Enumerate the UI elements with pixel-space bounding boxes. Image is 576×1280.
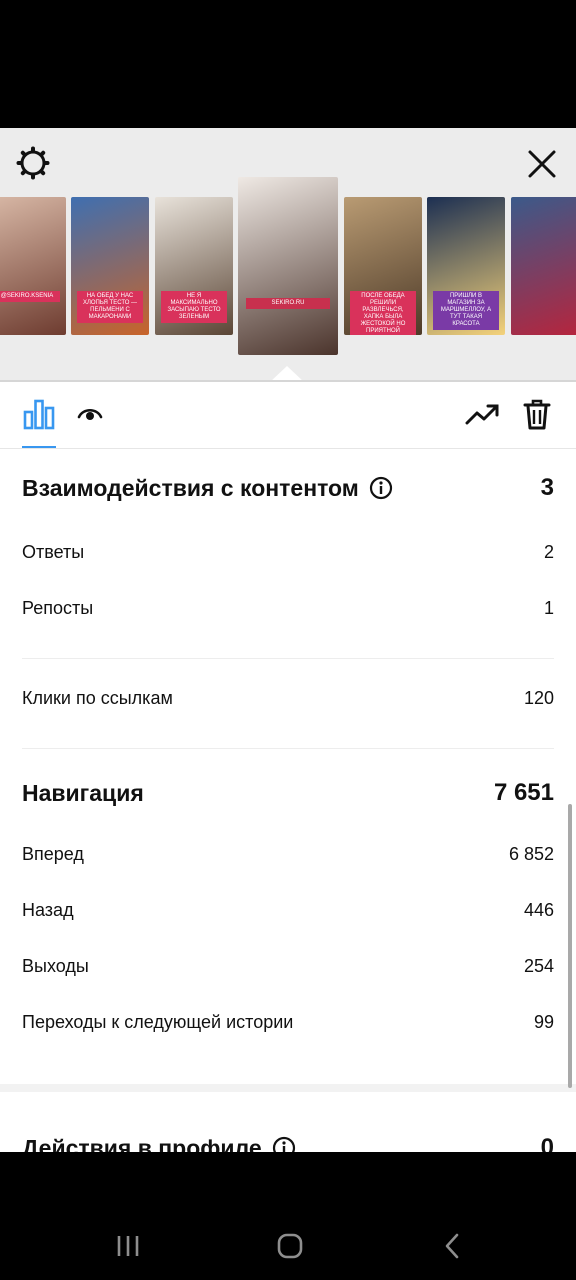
story-thumbnail[interactable]: ПОСЛЕ ОБЕДА РЕШИЛИ РАЗВЛЕЧЬСЯ, ХАПКА БЫЛ… (344, 197, 422, 335)
profile-actions-title: Действия в профиле (22, 1134, 262, 1153)
story-thumbnail[interactable]: ПРИШЛИ В МАГАЗИН ЗА МАРШМЕЛЛОУ, А ТУТ ТА… (427, 197, 505, 335)
story-caption: SEKIRO.RU (246, 298, 330, 310)
stat-label: Вперед (22, 843, 84, 864)
status-bar-area (0, 0, 576, 128)
stat-label: Переходы к следующей истории (22, 1011, 294, 1032)
story-thumbnail[interactable] (511, 197, 576, 335)
system-navigation-bar (0, 1152, 576, 1280)
navigation-header: Навигация 7 651 (22, 776, 554, 810)
stat-label: Ответы (22, 541, 85, 562)
active-tab-indicator (22, 446, 56, 448)
stat-row-forward: Вперед 6 852 (22, 840, 554, 868)
insights-tabs (0, 382, 576, 449)
story-caption: НЕ Я МАКСИМАЛЬНО ЗАСЫПАЮ ТЕСТО ЗЕЛЕНЫМ (161, 290, 227, 323)
stat-row-next-story: Переходы к следующей истории 99 (22, 1008, 554, 1036)
stat-value: 254 (523, 955, 554, 976)
settings-gear-icon[interactable] (14, 144, 52, 182)
stat-label: Назад (22, 899, 74, 920)
insights-bar-chart-icon[interactable] (22, 396, 56, 432)
stat-value: 120 (523, 687, 554, 708)
profile-actions-total: 0 (540, 1134, 554, 1152)
viewers-eye-icon[interactable] (76, 400, 104, 428)
stat-row-exits: Выходы 254 (22, 952, 554, 980)
stat-label: Клики по ссылкам (22, 687, 173, 708)
info-icon[interactable] (272, 1136, 296, 1152)
stat-value: 2 (543, 541, 554, 562)
story-caption: ПРИШЛИ В МАГАЗИН ЗА МАРШМЕЛЛОУ, А ТУТ ТА… (433, 290, 499, 330)
content-interactions-total: 3 (540, 474, 554, 501)
navigation-total: 7 651 (493, 779, 554, 806)
section-divider (22, 748, 554, 749)
story-caption: @SEKIRO.KSENIA (0, 290, 60, 302)
scrollbar[interactable] (568, 804, 572, 1088)
back-icon[interactable] (432, 1224, 472, 1268)
stat-row-shares: Репосты 1 (22, 594, 554, 622)
trash-icon[interactable] (520, 396, 554, 432)
recent-apps-icon[interactable] (110, 1226, 146, 1266)
story-thumbnail[interactable]: @SEKIRO.KSENIA (0, 197, 66, 335)
story-thumbnail[interactable]: НЕ Я МАКСИМАЛЬНО ЗАСЫПАЮ ТЕСТО ЗЕЛЕНЫМ (155, 197, 233, 335)
stat-value: 446 (523, 899, 554, 920)
section-divider (22, 658, 554, 659)
navigation-title: Навигация (22, 779, 144, 806)
stat-value: 6 852 (508, 843, 554, 864)
info-icon[interactable] (369, 476, 393, 500)
stat-value: 1 (543, 597, 554, 618)
stat-row-back: Назад 446 (22, 896, 554, 924)
story-thumbnail[interactable]: НА ОБЕД У НАС ХЛОПЬЯ ТЕСТО — ПЕЛЬМЕНИ С … (71, 197, 149, 335)
stat-row-replies: Ответы 2 (22, 538, 554, 566)
close-icon[interactable] (522, 144, 562, 184)
home-icon[interactable] (270, 1224, 310, 1268)
story-thumbnail-selected[interactable]: SEKIRO.RU (238, 177, 338, 355)
section-gap (0, 1084, 576, 1092)
trending-promote-icon[interactable] (464, 398, 500, 430)
stat-label: Репосты (22, 597, 94, 618)
stat-value: 99 (533, 1011, 554, 1032)
profile-actions-header: Действия в профиле 0 (22, 1130, 554, 1152)
story-insights-sheet: @SEKIRO.KSENIA НА ОБЕД У НАС ХЛОПЬЯ ТЕСТО… (0, 128, 576, 1152)
story-caption: ПОСЛЕ ОБЕДА РЕШИЛИ РАЗВЛЕЧЬСЯ, ХАПКА БЫЛ… (350, 290, 416, 335)
stat-label: Выходы (22, 955, 89, 976)
stat-row-link-clicks: Клики по ссылкам 120 (22, 684, 554, 712)
stories-carousel: @SEKIRO.KSENIA НА ОБЕД У НАС ХЛОПЬЯ ТЕСТО… (0, 128, 576, 382)
content-interactions-title: Взаимодействия с контентом (22, 474, 359, 501)
story-caption: НА ОБЕД У НАС ХЛОПЬЯ ТЕСТО — ПЕЛЬМЕНИ С … (77, 290, 143, 323)
content-interactions-header: Взаимодействия с контентом 3 (22, 470, 554, 506)
